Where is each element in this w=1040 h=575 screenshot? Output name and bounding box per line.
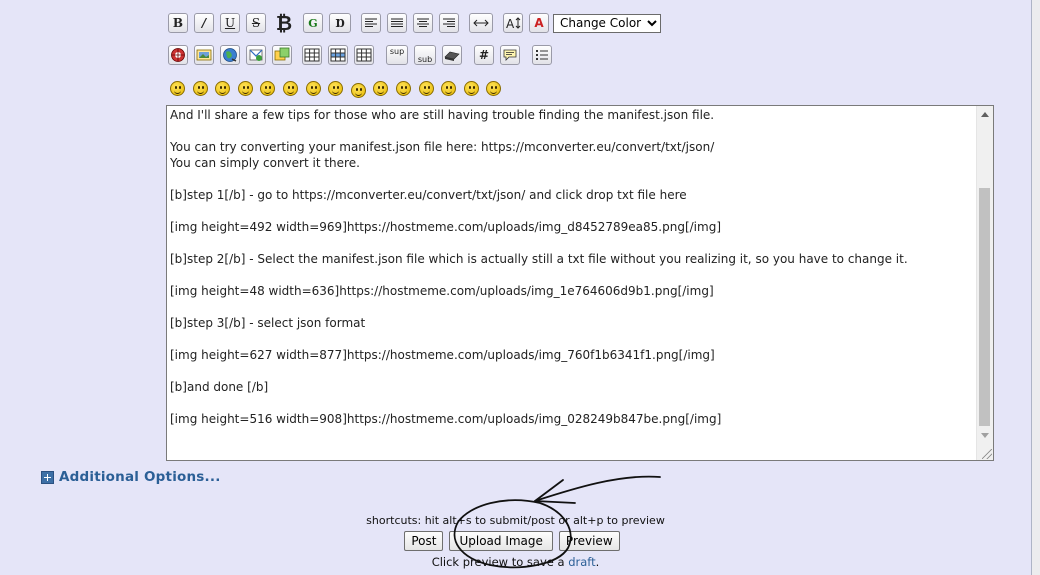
email-icon <box>249 49 263 61</box>
image-button[interactable] <box>194 45 214 65</box>
action-buttons: Post Upload Image Preview <box>0 531 1031 551</box>
text-color-icon: A <box>534 16 544 30</box>
draft-hint-prefix: Click preview to save a <box>431 555 569 569</box>
change-color-select[interactable]: Change Color <box>553 13 661 33</box>
undecided-smiley-icon[interactable] <box>463 80 479 96</box>
sup-label: sup <box>389 46 405 56</box>
scroll-down-icon[interactable] <box>981 433 989 438</box>
kiss-smiley-icon[interactable] <box>486 80 502 96</box>
horizontal-rule-icon <box>473 19 489 27</box>
align-right-button[interactable] <box>439 13 459 33</box>
align-left-button[interactable] <box>361 13 381 33</box>
bold-button[interactable]: B <box>168 13 188 33</box>
font-size-button[interactable]: A <box>503 13 523 33</box>
bitcoin-button[interactable]: ₿ <box>272 10 296 35</box>
sub-label: sub <box>417 54 433 64</box>
hash-label: # <box>478 48 490 62</box>
d-button[interactable]: Ɒ <box>329 13 351 33</box>
table-button[interactable] <box>302 45 322 65</box>
flash-icon <box>171 48 185 62</box>
shocked-smiley-icon[interactable] <box>305 80 321 96</box>
draft-hint-suffix: . <box>595 555 600 569</box>
message-content[interactable]: And I'll share a few tips for those who … <box>170 107 973 427</box>
subscript-button[interactable]: sub <box>414 45 436 65</box>
horizontal-rule-button[interactable] <box>469 13 493 33</box>
flash-button[interactable] <box>168 45 188 65</box>
underline-label: U <box>224 16 236 30</box>
smileys-row <box>170 76 509 100</box>
link-button[interactable] <box>220 45 240 65</box>
code-button[interactable]: # <box>474 45 494 65</box>
quote-icon <box>503 49 517 61</box>
toolbar-row-2: sup sub # <box>168 43 558 67</box>
angry-smiley-icon[interactable] <box>260 80 276 96</box>
g-label: G <box>308 16 318 30</box>
align-justify-button[interactable] <box>387 13 407 33</box>
smiley-icon[interactable] <box>170 80 185 96</box>
align-left-icon <box>365 18 377 27</box>
strike-label: S <box>251 16 261 30</box>
g-button[interactable]: G <box>303 13 323 33</box>
text-color-button[interactable]: A <box>529 13 549 33</box>
tongue-smiley-icon[interactable] <box>395 80 411 96</box>
message-textarea[interactable]: And I'll share a few tips for those who … <box>166 105 994 461</box>
align-center-icon <box>417 18 429 27</box>
scroll-up-icon[interactable] <box>981 112 989 117</box>
draft-hint: Click preview to save a draft. <box>0 555 1031 569</box>
list-button[interactable] <box>532 45 552 65</box>
italic-button[interactable]: / <box>194 13 214 33</box>
teletype-icon <box>444 51 460 61</box>
sad-smiley-icon[interactable] <box>282 80 298 96</box>
additional-options[interactable]: Additional Options... <box>41 469 221 485</box>
editor-scrollbar[interactable] <box>976 106 993 460</box>
draft-link[interactable]: draft <box>568 555 595 569</box>
wink-smiley-icon[interactable] <box>192 80 208 96</box>
resize-grip-icon[interactable] <box>982 449 992 459</box>
align-center-button[interactable] <box>413 13 433 33</box>
lipsrsealed-smiley-icon[interactable] <box>441 80 457 96</box>
quote-button[interactable] <box>500 45 520 65</box>
strikethrough-button[interactable]: S <box>246 13 266 33</box>
italic-label: / <box>201 16 207 30</box>
shortcuts-hint: shortcuts: hit alt+s to submit/post or a… <box>366 514 665 527</box>
toolbar-row-1: B / U S ₿ G Ɒ A A Change Color <box>168 11 661 35</box>
table-cell-icon <box>356 48 372 62</box>
underline-button[interactable]: U <box>220 13 240 33</box>
rolleyes-smiley-icon[interactable] <box>373 80 389 96</box>
list-icon <box>536 50 548 60</box>
post-button[interactable]: Post <box>404 531 444 551</box>
grin-smiley-icon[interactable] <box>237 80 253 96</box>
upload-image-button[interactable]: Upload Image <box>449 531 553 551</box>
ftp-button[interactable] <box>272 45 292 65</box>
cool-smiley-icon[interactable] <box>328 80 344 96</box>
table-row-icon <box>330 48 346 62</box>
huh-smiley-icon[interactable] <box>350 82 366 98</box>
cheesy-smiley-icon[interactable] <box>215 80 231 96</box>
align-right-icon <box>443 18 455 27</box>
email-button[interactable] <box>246 45 266 65</box>
globe-link-icon <box>223 48 237 62</box>
table-row-button[interactable] <box>328 45 348 65</box>
additional-options-link[interactable]: Additional Options... <box>59 469 221 485</box>
embarrassed-smiley-icon[interactable] <box>418 80 434 96</box>
d-label: Ɒ <box>335 16 345 30</box>
table-cell-button[interactable] <box>354 45 374 65</box>
image-icon <box>196 49 212 61</box>
superscript-button[interactable]: sup <box>386 45 408 65</box>
bold-label: B <box>172 16 184 30</box>
font-size-icon: A <box>506 17 521 30</box>
expand-plus-icon[interactable] <box>41 470 54 484</box>
ftp-icon <box>274 47 290 61</box>
preview-button[interactable]: Preview <box>558 531 620 551</box>
justify-icon <box>391 18 403 27</box>
scroll-thumb[interactable] <box>979 188 990 426</box>
svg-text:A: A <box>506 17 515 30</box>
teletype-button[interactable] <box>442 45 462 65</box>
table-icon <box>304 48 320 62</box>
bitcoin-icon: ₿ <box>275 10 293 35</box>
page-margin <box>1032 0 1040 575</box>
